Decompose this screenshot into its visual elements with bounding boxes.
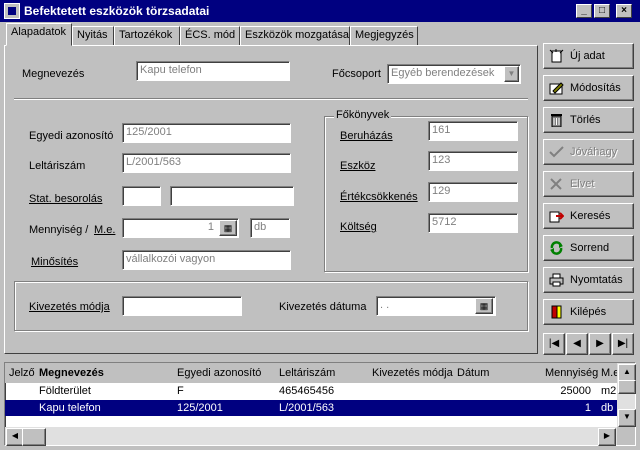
search-icon (549, 211, 564, 223)
uj-adat-button[interactable]: Új adat (543, 43, 634, 69)
minosites-input[interactable]: vállalkozói vagyon (122, 250, 291, 270)
app-icon (4, 3, 20, 19)
hscroll-thumb[interactable] (22, 428, 46, 446)
ertekcs-label: Értékcsökkenés (340, 191, 418, 203)
kilepes-button[interactable]: Kilépés (543, 299, 634, 325)
megnevezes-input[interactable]: Kapu telefon (136, 61, 290, 81)
tab-tartozekok[interactable]: Tartozékok (114, 26, 180, 45)
nav-last-icon: ▶| (617, 338, 629, 349)
grid-header: Jelző Megnevezés Egyedi azonosító Leltár… (5, 363, 619, 383)
nav-prev-button[interactable]: ◀ (566, 333, 588, 355)
calculator-icon[interactable]: ▦ (219, 220, 237, 236)
tab-megjegyzes[interactable]: Megjegyzés (350, 26, 418, 45)
minosites-label: Minősítés (31, 256, 79, 268)
col-header-mennyiseg[interactable]: Mennyiség (545, 367, 598, 379)
egyedi-input[interactable]: 125/2001 (122, 123, 291, 143)
nav-prev-icon: ◀ (573, 338, 581, 349)
koltseg-input[interactable]: 5712 (428, 213, 518, 233)
me-label: M.e. (94, 224, 116, 236)
window-title: Befektetett eszközök törzsadatai (24, 4, 210, 18)
trash-icon (551, 114, 562, 127)
focsoport-select[interactable]: Egyéb berendezések ▼ (387, 64, 521, 84)
nav-next-icon: ▶ (596, 338, 604, 349)
nav-first-icon: |◀ (548, 338, 560, 349)
leltar-input[interactable]: L/2001/563 (122, 153, 291, 173)
scroll-thumb[interactable] (618, 380, 636, 394)
close-button[interactable]: × (616, 4, 632, 18)
kivmod-input[interactable] (122, 296, 242, 316)
beruhazas-label: Beruházás (340, 130, 393, 142)
stat-input-1[interactable] (122, 186, 161, 206)
data-grid[interactable]: Jelző Megnevezés Egyedi azonosító Leltár… (4, 362, 636, 446)
focsoport-value: Egyéb berendezések (391, 67, 495, 79)
minimize-button[interactable]: _ (576, 4, 592, 18)
jovahagy-button[interactable]: Jóváhagy (543, 139, 634, 165)
separator (14, 98, 528, 100)
refresh-icon (550, 241, 563, 255)
col-header-megnevezes[interactable]: Megnevezés (39, 367, 104, 379)
col-header-egyedi[interactable]: Egyedi azonosító (177, 367, 261, 379)
table-row-selected[interactable]: Kapu telefon 125/2001 L/2001/563 1 db (5, 400, 617, 416)
egyedi-label: Egyedi azonosító (29, 130, 114, 142)
calendar-icon[interactable]: ▦ (475, 298, 493, 314)
horizontal-scrollbar[interactable]: ◀ ▶ (5, 427, 617, 446)
koltseg-label: Költség (340, 221, 377, 233)
col-header-kivmod[interactable]: Kivezetés módja (372, 367, 453, 379)
torles-button[interactable]: Törlés (543, 107, 634, 133)
stat-input-2[interactable] (170, 186, 294, 206)
cancel-icon (550, 178, 562, 190)
megnevezes-label: Megnevezés (22, 68, 85, 80)
beruhazas-input[interactable]: 161 (428, 121, 518, 141)
focsoport-label: Főcsoport (332, 68, 381, 80)
nav-last-button[interactable]: ▶| (612, 333, 634, 355)
exit-door-icon (551, 305, 562, 319)
modositas-button[interactable]: Módosítás (543, 75, 634, 101)
scroll-right-icon[interactable]: ▶ (598, 428, 616, 446)
sorrend-button[interactable]: Sorrend (543, 235, 634, 261)
printer-icon (549, 273, 564, 287)
scroll-down-icon[interactable]: ▼ (618, 409, 636, 427)
me-input[interactable]: db (250, 218, 290, 238)
tab-alapadatok[interactable]: Alapadatok (6, 23, 72, 46)
mennyiseg-label: Mennyiség / (29, 224, 89, 236)
chevron-down-icon[interactable]: ▼ (504, 66, 519, 82)
new-record-icon (549, 49, 564, 63)
kivdat-value: . . (380, 299, 390, 311)
tab-eszkozok-mozgatasa[interactable]: Eszközök mozgatása (240, 26, 350, 45)
tab-ecs-mod[interactable]: ÉCS. mód (180, 26, 240, 45)
maximize-button[interactable]: □ (594, 4, 610, 18)
nyomtatas-button[interactable]: Nyomtatás (543, 267, 634, 293)
leltar-label: Leltáriszám (29, 160, 86, 172)
fokonyv-title: Főkönyvek (334, 109, 392, 121)
title-bar[interactable]: Befektetett eszközök törzsadatai _ □ × (0, 0, 640, 22)
table-row[interactable]: Földterület F 465465456 25000 m2 (5, 383, 617, 399)
nav-first-button[interactable]: |◀ (543, 333, 565, 355)
eszkoz-label: Eszköz (340, 160, 376, 172)
check-icon (549, 146, 564, 158)
vertical-scrollbar[interactable]: ▲ ▼ (617, 363, 636, 427)
elvet-button[interactable]: Elvet (543, 171, 634, 197)
col-header-leltar[interactable]: Leltáriszám (279, 367, 335, 379)
eszkoz-input[interactable]: 123 (428, 151, 518, 171)
stat-label: Stat. besorolás (29, 193, 103, 205)
kivmod-label: Kivezetés módja (29, 301, 110, 313)
nav-next-button[interactable]: ▶ (589, 333, 611, 355)
edit-icon (549, 82, 564, 95)
col-header-jelzo[interactable]: Jelző (9, 367, 35, 379)
kivdat-label: Kivezetés dátuma (279, 301, 367, 313)
col-header-datum[interactable]: Dátum (457, 367, 489, 379)
tab-nyitas[interactable]: Nyitás (72, 26, 114, 45)
ertekcs-input[interactable]: 129 (428, 182, 518, 202)
kereses-button[interactable]: Keresés (543, 203, 634, 229)
scroll-corner (617, 427, 635, 445)
